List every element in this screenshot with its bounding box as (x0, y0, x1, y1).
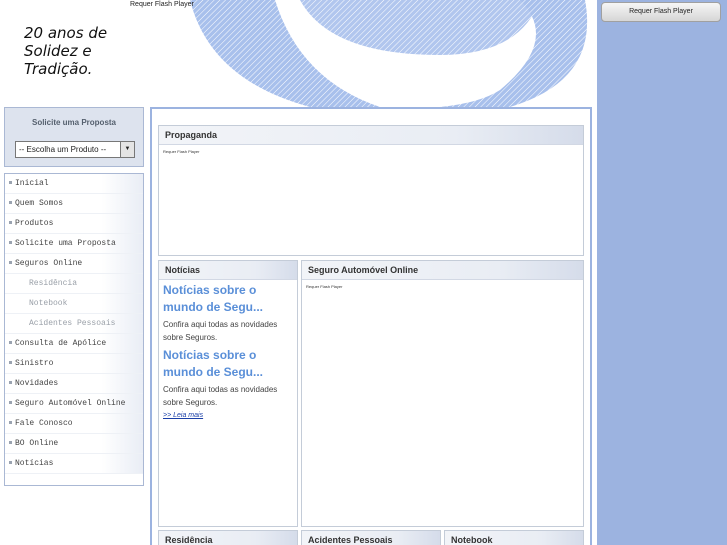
nav-item-noticias[interactable]: Notícias (5, 454, 143, 474)
nav-item-consulta-apolice[interactable]: Consulta de Apólice (5, 334, 143, 354)
nav-item-inicial[interactable]: Inicial (5, 174, 143, 194)
nav-item-label: Consulta de Apólice (15, 339, 107, 348)
nav-item-label: Inicial (15, 179, 49, 188)
header: Requer Flash Player 20 anos de Solidez e… (0, 0, 597, 107)
nav-subitem-notebook[interactable]: Notebook (5, 294, 143, 314)
nav-item-quem-somos[interactable]: Quem Somos (5, 194, 143, 214)
company-tagline: 20 anos de Solidez e Tradição. (24, 24, 108, 78)
chevron-down-icon[interactable]: ▼ (120, 142, 134, 157)
nav-item-novidades[interactable]: Novidades (5, 374, 143, 394)
nav-subitem-acidentes-pessoais[interactable]: Acidentes Pessoais (5, 314, 143, 334)
bullet-icon (9, 241, 12, 245)
nav-item-label: Seguros Online (15, 259, 83, 268)
bullet-icon (9, 421, 12, 425)
main-content: Propaganda Requer Flash Player Notícias … (150, 107, 592, 545)
proposal-box: Solicite uma Proposta -- Escolha um Prod… (4, 107, 144, 167)
news-headline[interactable]: Notícias sobre o mundo de Segu... (163, 282, 297, 316)
nav-item-label: Solicite uma Proposta (15, 239, 116, 248)
bullet-icon (9, 261, 12, 265)
nav-item-label: Produtos (15, 219, 54, 228)
bullet-icon (9, 341, 12, 345)
nav-item-solicite-proposta[interactable]: Solicite uma Proposta (5, 234, 143, 254)
nav-item-label: Quem Somos (15, 199, 64, 208)
bullet-icon (9, 381, 12, 385)
nav-item-label: Acidentes Pessoais (29, 319, 116, 328)
residencia-panel: Residência (158, 530, 298, 545)
acidentes-title: Acidentes Pessoais (302, 531, 440, 545)
notebook-title: Notebook (445, 531, 583, 545)
nav-item-label: Notebook (29, 299, 68, 308)
nav-item-seguros-online[interactable]: Seguros Online (5, 254, 143, 274)
right-sidebar: Requer Flash Player (597, 0, 727, 545)
main-nav: Inicial Quem Somos Produtos Solicite uma… (4, 173, 144, 486)
bullet-icon (9, 201, 12, 205)
nav-item-produtos[interactable]: Produtos (5, 214, 143, 234)
seguro-automovel-flash-notice[interactable]: Requer Flash Player (306, 284, 583, 289)
news-summary: Confira aqui todas as novidades sobre Se… (163, 385, 278, 407)
nav-item-label: Residência (29, 279, 78, 288)
nav-item-bo-online[interactable]: BO Online (5, 434, 143, 454)
flash-player-notice[interactable]: Requer Flash Player (130, 1, 194, 8)
noticias-panel: Notícias Notícias sobre o mundo de Segu.… (158, 260, 298, 527)
nav-item-label: Notícias (15, 459, 54, 468)
nav-item-label: Sinistro (15, 359, 54, 368)
page: Requer Flash Player 20 anos de Solidez e… (0, 0, 727, 545)
propaganda-panel: Propaganda Requer Flash Player (158, 125, 584, 256)
nav-item-label: Seguro Automóvel Online (15, 399, 126, 408)
read-more-link[interactable]: >> Leia mais (163, 412, 297, 419)
propaganda-flash-notice[interactable]: Requer Flash Player (163, 149, 583, 154)
noticias-title: Notícias (159, 261, 297, 280)
bullet-icon (9, 361, 12, 365)
acidentes-panel: Acidentes Pessoais (301, 530, 441, 545)
nav-item-seguro-automovel-online[interactable]: Seguro Automóvel Online (5, 394, 143, 414)
bullet-icon (9, 221, 12, 225)
brand-swoosh-graphic (190, 0, 588, 107)
residencia-title: Residência (159, 531, 297, 545)
nav-item-label: BO Online (15, 439, 59, 448)
bullet-icon (9, 401, 12, 405)
flash-player-button[interactable]: Requer Flash Player (601, 2, 721, 22)
nav-subitem-residencia[interactable]: Residência (5, 274, 143, 294)
news-list: Notícias sobre o mundo de Segu... Confir… (159, 280, 297, 419)
news-summary: Confira aqui todas as novidades sobre Se… (163, 320, 278, 342)
notebook-panel: Notebook (444, 530, 584, 545)
bullet-icon (9, 441, 12, 445)
seguro-automovel-panel: Seguro Automóvel Online Requer Flash Pla… (301, 260, 584, 527)
bullet-icon (9, 181, 12, 185)
nav-item-label: Fale Conosco (15, 419, 73, 428)
news-headline[interactable]: Notícias sobre o mundo de Segu... (163, 347, 297, 381)
proposal-title: Solicite uma Proposta (31, 118, 117, 127)
propaganda-title: Propaganda (159, 126, 583, 145)
nav-item-sinistro[interactable]: Sinistro (5, 354, 143, 374)
nav-item-label: Novidades (15, 379, 59, 388)
bullet-icon (9, 461, 12, 465)
product-select-value: -- Escolha um Produto -- (19, 145, 107, 154)
nav-item-fale-conosco[interactable]: Fale Conosco (5, 414, 143, 434)
seguro-automovel-title: Seguro Automóvel Online (302, 261, 583, 280)
product-select[interactable]: -- Escolha um Produto -- ▼ (15, 141, 135, 158)
